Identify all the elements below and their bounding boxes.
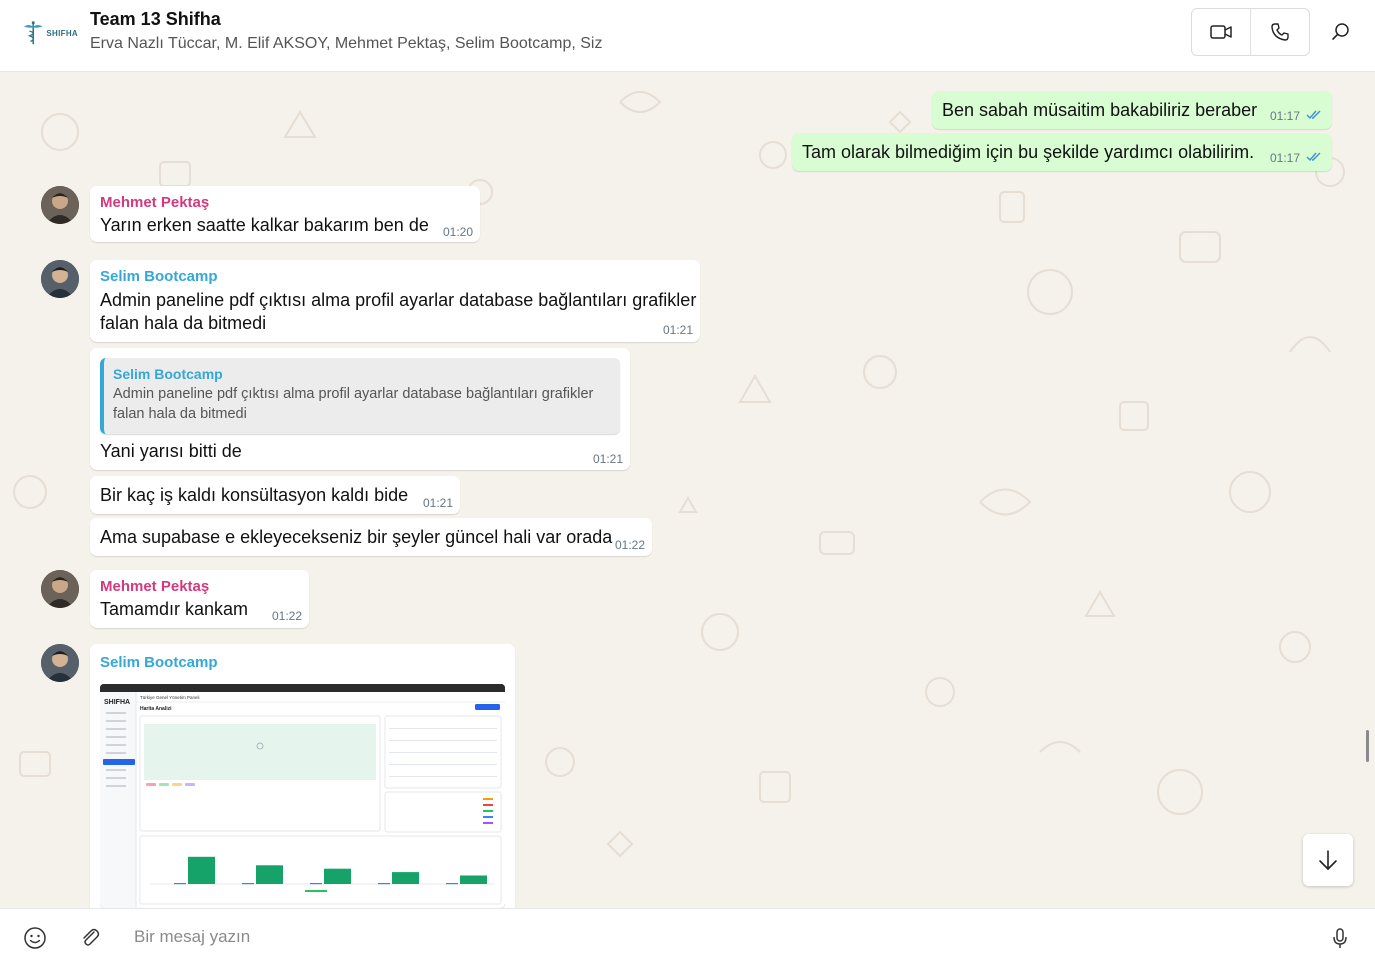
incoming-message[interactable]: Mehmet Pektaş Tamamdır kankam 01:22 bbox=[90, 570, 309, 628]
thumbnail-bar-small bbox=[378, 883, 390, 885]
quoted-message[interactable]: Selim Bootcamp Admin paneline pdf çıktıs… bbox=[100, 358, 620, 434]
message-text: Ama supabase e ekleyecekseniz bir şeyler… bbox=[100, 527, 613, 547]
double-check-icon bbox=[1306, 110, 1321, 120]
attach-button[interactable] bbox=[78, 926, 102, 950]
message-input[interactable] bbox=[134, 922, 1284, 952]
emoji-icon bbox=[24, 927, 46, 949]
profile-photo bbox=[41, 260, 79, 298]
screenshot-top-title: Türkiye Genel Yönetim Paneli bbox=[140, 695, 199, 700]
scroll-to-bottom-button[interactable] bbox=[1303, 834, 1353, 886]
message-time: 01:20 bbox=[443, 225, 474, 239]
thumbnail-bar bbox=[188, 856, 215, 884]
message-text: Tam olarak bilmediğim için bu şekilde ya… bbox=[802, 142, 1255, 162]
quoted-text: Admin paneline pdf çıktısı alma profil a… bbox=[113, 384, 618, 424]
message-time: 01:17 bbox=[1270, 109, 1301, 123]
dashboard-screenshot: SHIFHA Türkiye Genel Yönetim Paneli Hari… bbox=[100, 684, 505, 908]
thumbnail-bar bbox=[256, 865, 283, 884]
outgoing-message[interactable]: Tam olarak bilmediğim için bu şekilde ya… bbox=[792, 133, 1332, 171]
message-text: Yarın erken saatte kalkar bakarım ben de bbox=[100, 215, 429, 235]
voice-record-button[interactable] bbox=[1328, 926, 1352, 950]
scrollbar-thumb[interactable] bbox=[1366, 730, 1369, 762]
message-time: 01:21 bbox=[593, 452, 624, 466]
screenshot-section-title: Harita Analizi bbox=[140, 706, 172, 712]
message-text: Yani yarısı bitti de bbox=[100, 441, 242, 461]
group-avatar-logo[interactable]: SHIFHA bbox=[22, 17, 78, 49]
thumbnail-bar bbox=[392, 872, 419, 884]
quoted-text-line: Admin paneline pdf çıktısı alma profil a… bbox=[113, 386, 594, 402]
search-button[interactable] bbox=[1325, 16, 1357, 48]
double-check-icon bbox=[1306, 152, 1321, 162]
message-time: 01:22 bbox=[615, 538, 646, 552]
sender-name[interactable]: Selim Bootcamp bbox=[100, 268, 218, 285]
microphone-icon bbox=[1333, 928, 1347, 948]
message-time: 01:21 bbox=[423, 496, 454, 510]
arrow-down-icon bbox=[1319, 850, 1337, 870]
video-thumbnail[interactable]: SHIFHA Türkiye Genel Yönetim Paneli Hari… bbox=[100, 684, 505, 908]
paperclip-icon bbox=[83, 928, 100, 946]
message-time: 01:22 bbox=[272, 609, 303, 623]
screenshot-logo: SHIFHA bbox=[104, 699, 130, 706]
message-text: Ben sabah müsaitim bakabiliriz beraber bbox=[942, 100, 1258, 120]
quoted-text-line: falan hala da bitmedi bbox=[113, 406, 247, 422]
thumbnail-bar-small bbox=[446, 883, 458, 885]
thumbnail-bar bbox=[324, 868, 351, 884]
caduceus-icon bbox=[23, 21, 43, 45]
sender-name[interactable]: Mehmet Pektaş bbox=[100, 194, 209, 211]
avatar[interactable] bbox=[41, 644, 79, 682]
video-message[interactable]: Selim Bootcamp SHIFHA Türkiye Genel Yöne… bbox=[90, 644, 515, 908]
avatar[interactable] bbox=[41, 186, 79, 224]
phone-icon bbox=[1271, 23, 1289, 41]
message-text-line: Admin paneline pdf çıktısı alma profil a… bbox=[100, 290, 697, 310]
chat-members[interactable]: Erva Nazlı Tüccar, M. Elif AKSOY, Mehmet… bbox=[90, 35, 602, 53]
call-button-group bbox=[1191, 8, 1310, 56]
profile-photo bbox=[41, 570, 79, 608]
quoted-sender: Selim Bootcamp bbox=[113, 366, 223, 382]
chat-title[interactable]: Team 13 Shifha bbox=[90, 9, 221, 30]
message-time: 01:17 bbox=[1270, 151, 1301, 165]
voice-call-button[interactable] bbox=[1250, 9, 1309, 55]
avatar[interactable] bbox=[41, 570, 79, 608]
message-text: Tamamdır kankam bbox=[100, 599, 249, 619]
emoji-button[interactable] bbox=[23, 926, 47, 950]
message-text-line: falan hala da bitmedi bbox=[100, 313, 267, 333]
incoming-message[interactable]: Bir kaç iş kaldı konsültasyon kaldı bide… bbox=[90, 476, 460, 514]
logo-text: SHIFHA bbox=[46, 28, 78, 38]
thumbnail-bar-small bbox=[242, 883, 254, 885]
thumbnail-bar bbox=[460, 875, 487, 884]
message-list[interactable]: Ben sabah müsaitim bakabiliriz beraber 0… bbox=[0, 72, 1375, 908]
avatar[interactable] bbox=[41, 260, 79, 298]
thumbnail-bar-small bbox=[174, 883, 186, 885]
message-text: Bir kaç iş kaldı konsültasyon kaldı bide bbox=[100, 485, 409, 505]
incoming-message[interactable]: Selim Bootcamp Admin paneline pdf çıktıs… bbox=[90, 260, 700, 342]
video-call-button[interactable] bbox=[1192, 9, 1250, 55]
profile-photo bbox=[41, 644, 79, 682]
incoming-message[interactable]: Mehmet Pektaş Yarın erken saatte kalkar … bbox=[90, 186, 480, 242]
video-duration: 02:05 bbox=[466, 890, 497, 904]
sender-name[interactable]: Mehmet Pektaş bbox=[100, 578, 209, 595]
incoming-message[interactable]: Ama supabase e ekleyecekseniz bir şeyler… bbox=[90, 518, 652, 556]
sender-name[interactable]: Selim Bootcamp bbox=[100, 654, 218, 671]
thumbnail-bar-small bbox=[310, 883, 322, 885]
reply-message[interactable]: Selim Bootcamp Admin paneline pdf çıktıs… bbox=[90, 348, 630, 470]
search-icon bbox=[1332, 23, 1349, 40]
outgoing-message[interactable]: Ben sabah müsaitim bakabiliriz beraber 0… bbox=[932, 91, 1332, 129]
message-time: 01:21 bbox=[663, 323, 694, 337]
video-camera-icon bbox=[1210, 25, 1232, 39]
profile-photo bbox=[41, 186, 79, 224]
message-composer bbox=[0, 908, 1375, 962]
chat-header: SHIFHA Team 13 Shifha Erva Nazlı Tüccar,… bbox=[0, 0, 1375, 72]
